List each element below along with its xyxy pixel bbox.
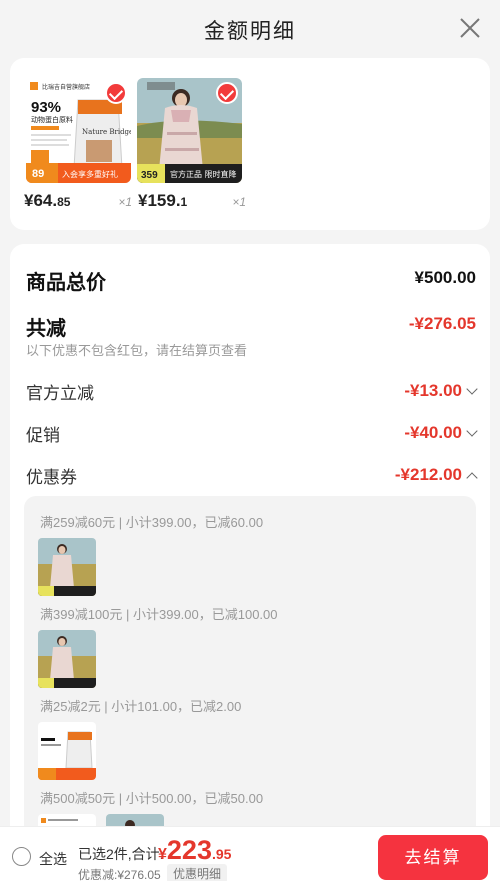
official-label: 官方立减 bbox=[26, 384, 94, 404]
official-value: -¥13.00 bbox=[404, 381, 462, 400]
official-row[interactable]: 官方立减 -¥13.00 bbox=[26, 379, 478, 409]
close-icon[interactable] bbox=[458, 16, 482, 40]
product-price: ¥64.85 bbox=[24, 191, 71, 210]
coupon-details: 满259减60元 | 小计399.00，已减60.00 满399减100元 | … bbox=[24, 496, 476, 881]
discount-label: 共减 bbox=[26, 316, 66, 340]
product-image: 359 官方正品 限时直降 bbox=[137, 78, 242, 183]
product-item[interactable]: 比瑞吉自营旗舰店 93% 动物蛋白原料 Nature Bridge 89 入会享… bbox=[26, 78, 131, 183]
product-card: 比瑞吉自营旗舰店 93% 动物蛋白原料 Nature Bridge 89 入会享… bbox=[10, 58, 490, 230]
coupon-title: 满500减50元 | 小计500.00，已减50.00 bbox=[40, 791, 264, 806]
chevron-down-icon[interactable] bbox=[466, 425, 478, 437]
coupon-product-image bbox=[38, 722, 96, 780]
promo-value: -¥40.00 bbox=[404, 423, 462, 442]
discount-hint: 以下优惠不包含红包，请在结算页查看 bbox=[26, 343, 248, 358]
svg-text:官方正品 限时直降: 官方正品 限时直降 bbox=[170, 169, 237, 179]
product-qty: ×1 bbox=[118, 195, 132, 209]
svg-text:动物蛋白原料: 动物蛋白原料 bbox=[31, 115, 73, 124]
coupon-title: 满399减100元 | 小计399.00，已减100.00 bbox=[40, 607, 278, 622]
svg-text:359: 359 bbox=[141, 170, 158, 181]
checked-icon[interactable] bbox=[105, 82, 127, 104]
coupon-label: 优惠券 bbox=[26, 468, 77, 488]
price-line: ¥159.1 ×1 bbox=[138, 191, 246, 215]
total-label: 商品总价 bbox=[26, 270, 106, 294]
bottom-bar: 全选 已选2件,合计: ¥223.95 优惠减:¥276.05 优惠明细 去结算 bbox=[0, 826, 500, 881]
total-value: ¥500.00 bbox=[414, 268, 476, 287]
coupon-product-image bbox=[38, 630, 96, 688]
coupon-value: -¥212.00 bbox=[394, 465, 462, 484]
promo-row[interactable]: 促销 -¥40.00 bbox=[26, 421, 478, 451]
product-price: ¥159.1 bbox=[138, 191, 188, 210]
chevron-down-icon[interactable] bbox=[466, 383, 478, 395]
checkout-button[interactable]: 去结算 bbox=[378, 835, 488, 880]
select-all-radio[interactable] bbox=[12, 847, 31, 866]
promo-label: 促销 bbox=[26, 426, 60, 446]
discount-detail-link[interactable]: 优惠明细 bbox=[167, 864, 228, 881]
chevron-up-icon[interactable] bbox=[466, 472, 478, 484]
svg-text:89: 89 bbox=[32, 168, 44, 180]
product-item[interactable]: 359 官方正品 限时直降 bbox=[137, 78, 242, 183]
coupon-row[interactable]: 优惠券 -¥212.00 bbox=[26, 463, 478, 493]
coupon-title: 满259减60元 | 小计399.00，已减60.00 bbox=[40, 515, 264, 530]
svg-text:入会享多重好礼: 入会享多重好礼 bbox=[62, 169, 118, 179]
total-row: 商品总价 ¥500.00 bbox=[26, 266, 476, 296]
product-image: 比瑞吉自营旗舰店 93% 动物蛋白原料 Nature Bridge 89 入会享… bbox=[26, 78, 131, 183]
page-title: 金额明细 bbox=[204, 20, 296, 43]
select-all-label[interactable]: 全选 bbox=[39, 849, 67, 869]
price-line: ¥64.85 ×1 bbox=[24, 191, 132, 215]
discount-summary: 优惠减:¥276.05 bbox=[78, 868, 161, 881]
coupon-product-image bbox=[38, 538, 96, 596]
summary-card: 商品总价 ¥500.00 共减 -¥276.05 以下优惠不包含红包，请在结算页… bbox=[10, 244, 490, 881]
store-name: 比瑞吉自营旗舰店 bbox=[42, 83, 90, 91]
svg-text:93%: 93% bbox=[31, 99, 61, 116]
grand-total: ¥223.95 bbox=[158, 835, 232, 865]
svg-text:Nature Bridge: Nature Bridge bbox=[82, 128, 131, 136]
discount-row: 共减 -¥276.05 bbox=[26, 312, 476, 342]
header: 金额明细 bbox=[0, 0, 500, 58]
selected-count-text: 已选2件,合计: bbox=[78, 846, 164, 862]
discount-value: -¥276.05 bbox=[408, 314, 476, 333]
checked-icon[interactable] bbox=[216, 82, 238, 104]
coupon-title: 满25减2元 | 小计101.00，已减2.00 bbox=[40, 699, 242, 714]
product-qty: ×1 bbox=[232, 195, 246, 209]
